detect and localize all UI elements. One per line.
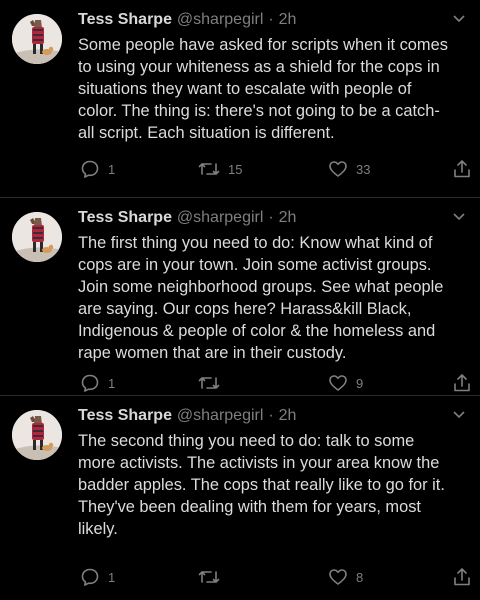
reply-count: 1 [108,161,116,177]
tweet-header: Tess Sharpe @sharpegirl · 2h [78,208,470,232]
handle[interactable]: @sharpegirl [177,407,264,424]
display-name[interactable]: Tess Sharpe [78,209,172,226]
tweet[interactable]: Tess Sharpe @sharpegirl · 2h Some people… [0,0,480,198]
tweet-header: Tess Sharpe @sharpegirl · 2h [78,10,470,34]
tweet-text: The second thing you need to do: talk to… [78,432,445,538]
avatar[interactable] [12,14,62,64]
heart-icon [328,373,348,393]
reply-button[interactable]: 1 [80,566,115,588]
timestamp[interactable]: 2h [279,209,297,226]
reply-button[interactable]: 1 [80,158,115,180]
retweet-icon [198,159,220,179]
handle[interactable]: @sharpegirl [177,209,264,226]
like-button[interactable]: 33 [328,158,370,180]
reply-icon [80,159,100,179]
share-button[interactable] [452,372,472,394]
action-bar: 1 9 [78,372,470,394]
heart-icon [328,567,348,587]
retweet-button[interactable] [198,566,228,588]
like-count: 9 [356,375,364,391]
tweet[interactable]: Tess Sharpe @sharpegirl · 2h The first t… [0,198,480,396]
reply-icon [80,567,100,587]
reply-icon [80,373,100,393]
like-button[interactable]: 9 [328,372,363,394]
share-icon [452,373,472,393]
reply-count: 1 [108,569,116,585]
handle[interactable]: @sharpegirl [177,11,264,28]
timestamp[interactable]: 2h [279,11,297,28]
like-button[interactable]: 8 [328,566,363,588]
tweet[interactable]: Tess Sharpe @sharpegirl · 2h The second … [0,396,480,600]
chevron-down-icon[interactable] [452,210,466,224]
action-bar: 1 8 [78,566,470,588]
tweet-header: Tess Sharpe @sharpegirl · 2h [78,406,470,430]
retweet-button[interactable] [198,372,228,394]
reply-button[interactable]: 1 [80,372,115,394]
reply-count: 1 [108,375,116,391]
separator-dot: · [268,11,274,28]
share-icon [452,567,472,587]
display-name[interactable]: Tess Sharpe [78,407,172,424]
share-icon [452,159,472,179]
chevron-down-icon[interactable] [452,408,466,422]
action-bar: 1 15 33 [78,158,470,180]
avatar[interactable] [12,212,62,262]
retweet-icon [198,567,220,587]
display-name[interactable]: Tess Sharpe [78,11,172,28]
separator-dot: · [268,209,274,226]
retweet-button[interactable]: 15 [198,158,242,180]
share-button[interactable] [452,566,472,588]
timeline: Tess Sharpe @sharpegirl · 2h Some people… [0,0,480,600]
retweet-icon [198,373,220,393]
timestamp[interactable]: 2h [279,407,297,424]
avatar[interactable] [12,410,62,460]
tweet-text: The first thing you need to do: Know wha… [78,234,444,362]
like-count: 8 [356,569,364,585]
like-count: 33 [356,161,371,177]
tweet-text: Some people have asked for scripts when … [78,36,448,142]
heart-icon [328,159,348,179]
separator-dot: · [268,407,274,424]
retweet-count: 15 [228,161,243,177]
share-button[interactable] [452,158,472,180]
chevron-down-icon[interactable] [452,12,466,26]
